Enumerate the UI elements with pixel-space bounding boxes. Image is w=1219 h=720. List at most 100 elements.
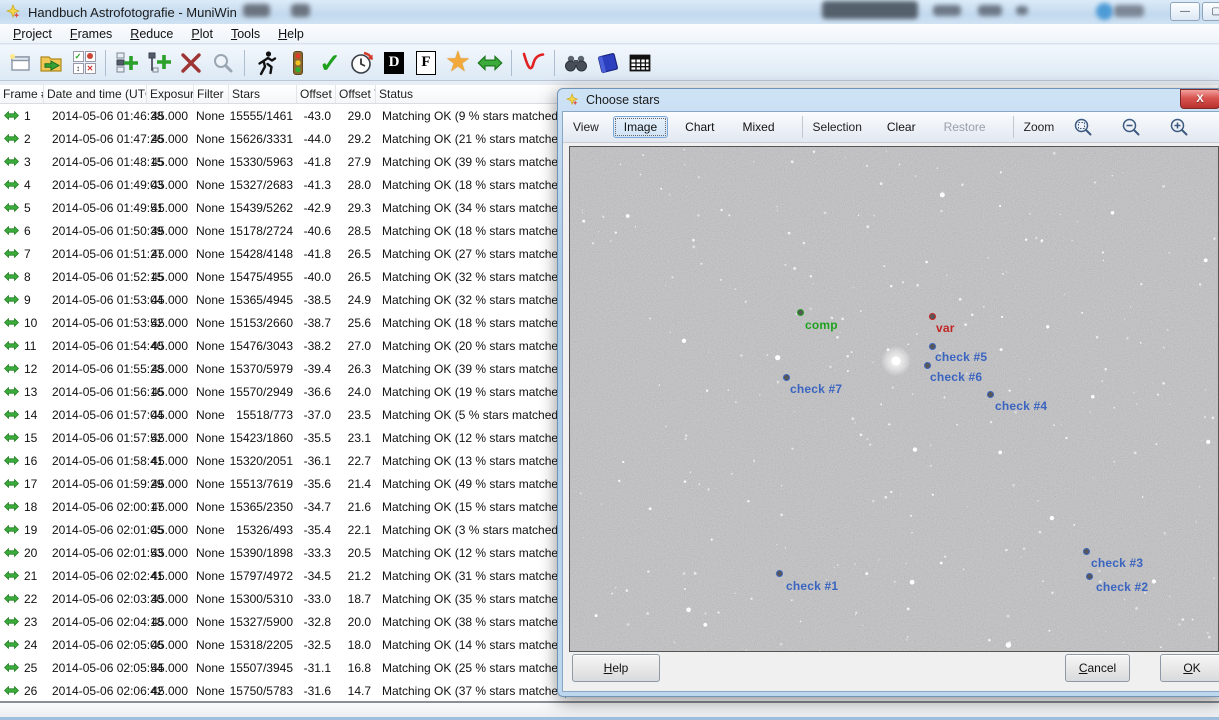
star-marker[interactable] bbox=[929, 343, 936, 350]
cell-stars: 15518/773 bbox=[236, 407, 293, 422]
view-image-button[interactable]: Image bbox=[612, 116, 669, 138]
column-header[interactable]: Offset Y bbox=[336, 85, 376, 103]
cell-stars: 15507/3945 bbox=[229, 660, 293, 675]
find-frame-icon[interactable] bbox=[207, 48, 239, 78]
column-header[interactable]: Frame # bbox=[0, 85, 44, 103]
cell-stars: 15153/2660 bbox=[229, 315, 293, 330]
muniwin-app-icon bbox=[6, 4, 21, 19]
matched-arrow-icon bbox=[4, 616, 19, 627]
ok-button[interactable]: OK bbox=[1160, 654, 1219, 682]
time-correction-icon[interactable] bbox=[346, 48, 378, 78]
view-mixed-button[interactable]: Mixed bbox=[732, 116, 786, 138]
match-stars-icon[interactable] bbox=[474, 48, 506, 78]
cancel-button[interactable]: Cancel bbox=[1065, 654, 1130, 682]
star-marker[interactable] bbox=[783, 374, 790, 381]
dialog-footer: Help Cancel OK bbox=[563, 647, 1219, 691]
matched-arrow-icon bbox=[4, 248, 19, 259]
open-project-icon[interactable] bbox=[36, 48, 68, 78]
cell-filter: None bbox=[196, 246, 225, 261]
menu-item-project[interactable]: Project bbox=[4, 25, 61, 43]
star-marker[interactable] bbox=[776, 570, 783, 577]
cell-exp: 45.000 bbox=[151, 200, 188, 215]
choose-stars-icon[interactable]: ★ bbox=[442, 48, 474, 78]
flat-frame-icon[interactable]: F bbox=[410, 48, 442, 78]
cell-ox: -38.2 bbox=[303, 338, 331, 353]
zoom-fit-icon[interactable] bbox=[1068, 114, 1098, 140]
cell-stars: 15365/4945 bbox=[229, 292, 293, 307]
cell-ox: -35.6 bbox=[303, 476, 331, 491]
star-label-check-5: check #5 bbox=[935, 350, 988, 364]
column-header[interactable]: Date and time (UTC) bbox=[44, 85, 147, 103]
cell-filter: None bbox=[196, 591, 225, 606]
table-icon[interactable] bbox=[624, 48, 656, 78]
cell-stars: 15570/2949 bbox=[229, 384, 293, 399]
column-header[interactable]: Exposure bbox=[147, 85, 194, 103]
cell-oy: 28.0 bbox=[347, 177, 371, 192]
cell-filter: None bbox=[196, 315, 225, 330]
star-marker[interactable] bbox=[797, 309, 804, 316]
cell-ox: -32.5 bbox=[303, 637, 331, 652]
maximize-button[interactable]: ▢ bbox=[1202, 2, 1219, 21]
cell-stars: 15439/5262 bbox=[229, 200, 293, 215]
cell-frame: 21 bbox=[0, 569, 44, 583]
cell-oy: 20.5 bbox=[347, 545, 371, 560]
cell-frame: 15 bbox=[0, 431, 44, 445]
dialog-title: Choose stars bbox=[586, 93, 660, 107]
cell-frame: 23 bbox=[0, 615, 44, 629]
cell-oy: 24.9 bbox=[347, 292, 371, 307]
add-filelist-icon[interactable] bbox=[143, 48, 175, 78]
cell-date: 2014-05-06 01:53:52 bbox=[52, 315, 164, 330]
view-chart-button[interactable]: Chart bbox=[674, 116, 725, 138]
star-field-image[interactable]: comp var check #5 check #6 check #7 check #4 c… bbox=[569, 146, 1219, 652]
project-settings-icon[interactable]: ✓ ↕ ✕ bbox=[68, 48, 100, 78]
zoom-out-icon[interactable] bbox=[1116, 114, 1146, 140]
add-frames-icon[interactable] bbox=[111, 48, 143, 78]
cell-date: 2014-05-06 02:06:42 bbox=[52, 683, 164, 698]
light-curve-icon[interactable] bbox=[517, 48, 549, 78]
express-reduction-icon[interactable] bbox=[250, 48, 282, 78]
cell-date: 2014-05-06 01:56:16 bbox=[52, 384, 164, 399]
cell-exp: 45.000 bbox=[151, 683, 188, 698]
cell-frame: 4 bbox=[0, 178, 44, 192]
close-icon[interactable]: X bbox=[1180, 89, 1219, 109]
cell-stars: 15476/3043 bbox=[229, 338, 293, 353]
cell-ox: -31.1 bbox=[303, 660, 331, 675]
manual-icon[interactable] bbox=[592, 48, 624, 78]
checkmark-icon[interactable]: ✓ bbox=[314, 48, 346, 78]
cell-filter: None bbox=[196, 614, 225, 629]
cell-frame: 18 bbox=[0, 500, 44, 514]
cell-filter: None bbox=[196, 453, 225, 468]
remove-frames-icon[interactable] bbox=[175, 48, 207, 78]
menu-item-plot[interactable]: Plot bbox=[182, 25, 222, 43]
new-project-icon[interactable] bbox=[4, 48, 36, 78]
menu-item-help[interactable]: Help bbox=[269, 25, 313, 43]
menu-item-reduce[interactable]: Reduce bbox=[121, 25, 182, 43]
selection-clear-button[interactable]: Clear bbox=[876, 116, 927, 138]
star-marker[interactable] bbox=[924, 362, 931, 369]
selection-label: Selection bbox=[812, 120, 862, 134]
cell-date: 2014-05-06 01:47:26 bbox=[52, 131, 164, 146]
minimize-button[interactable]: — bbox=[1170, 2, 1200, 21]
dark-frame-icon[interactable]: D bbox=[378, 48, 410, 78]
menu-item-frames[interactable]: Frames bbox=[61, 25, 121, 43]
help-button[interactable]: Help bbox=[572, 654, 660, 682]
star-marker[interactable] bbox=[1086, 573, 1093, 580]
star-marker[interactable] bbox=[1083, 548, 1090, 555]
column-header[interactable]: Filter bbox=[194, 85, 229, 103]
horizontal-scrollbar[interactable] bbox=[0, 701, 1219, 720]
zoom-in-icon[interactable] bbox=[1164, 114, 1194, 140]
column-header[interactable]: Stars bbox=[229, 85, 297, 103]
cell-exp: 45.000 bbox=[151, 476, 188, 491]
cell-oy: 29.2 bbox=[347, 131, 371, 146]
cell-filter: None bbox=[196, 177, 225, 192]
process-icon[interactable] bbox=[282, 48, 314, 78]
star-marker[interactable] bbox=[929, 313, 936, 320]
cell-stars: 15327/2683 bbox=[229, 177, 293, 192]
cell-filter: None bbox=[196, 545, 225, 560]
matched-arrow-icon bbox=[4, 340, 19, 351]
star-marker[interactable] bbox=[987, 391, 994, 398]
cell-oy: 20.0 bbox=[347, 614, 371, 629]
column-header[interactable]: Offset X bbox=[297, 85, 336, 103]
find-variables-icon[interactable] bbox=[560, 48, 592, 78]
menu-item-tools[interactable]: Tools bbox=[222, 25, 269, 43]
